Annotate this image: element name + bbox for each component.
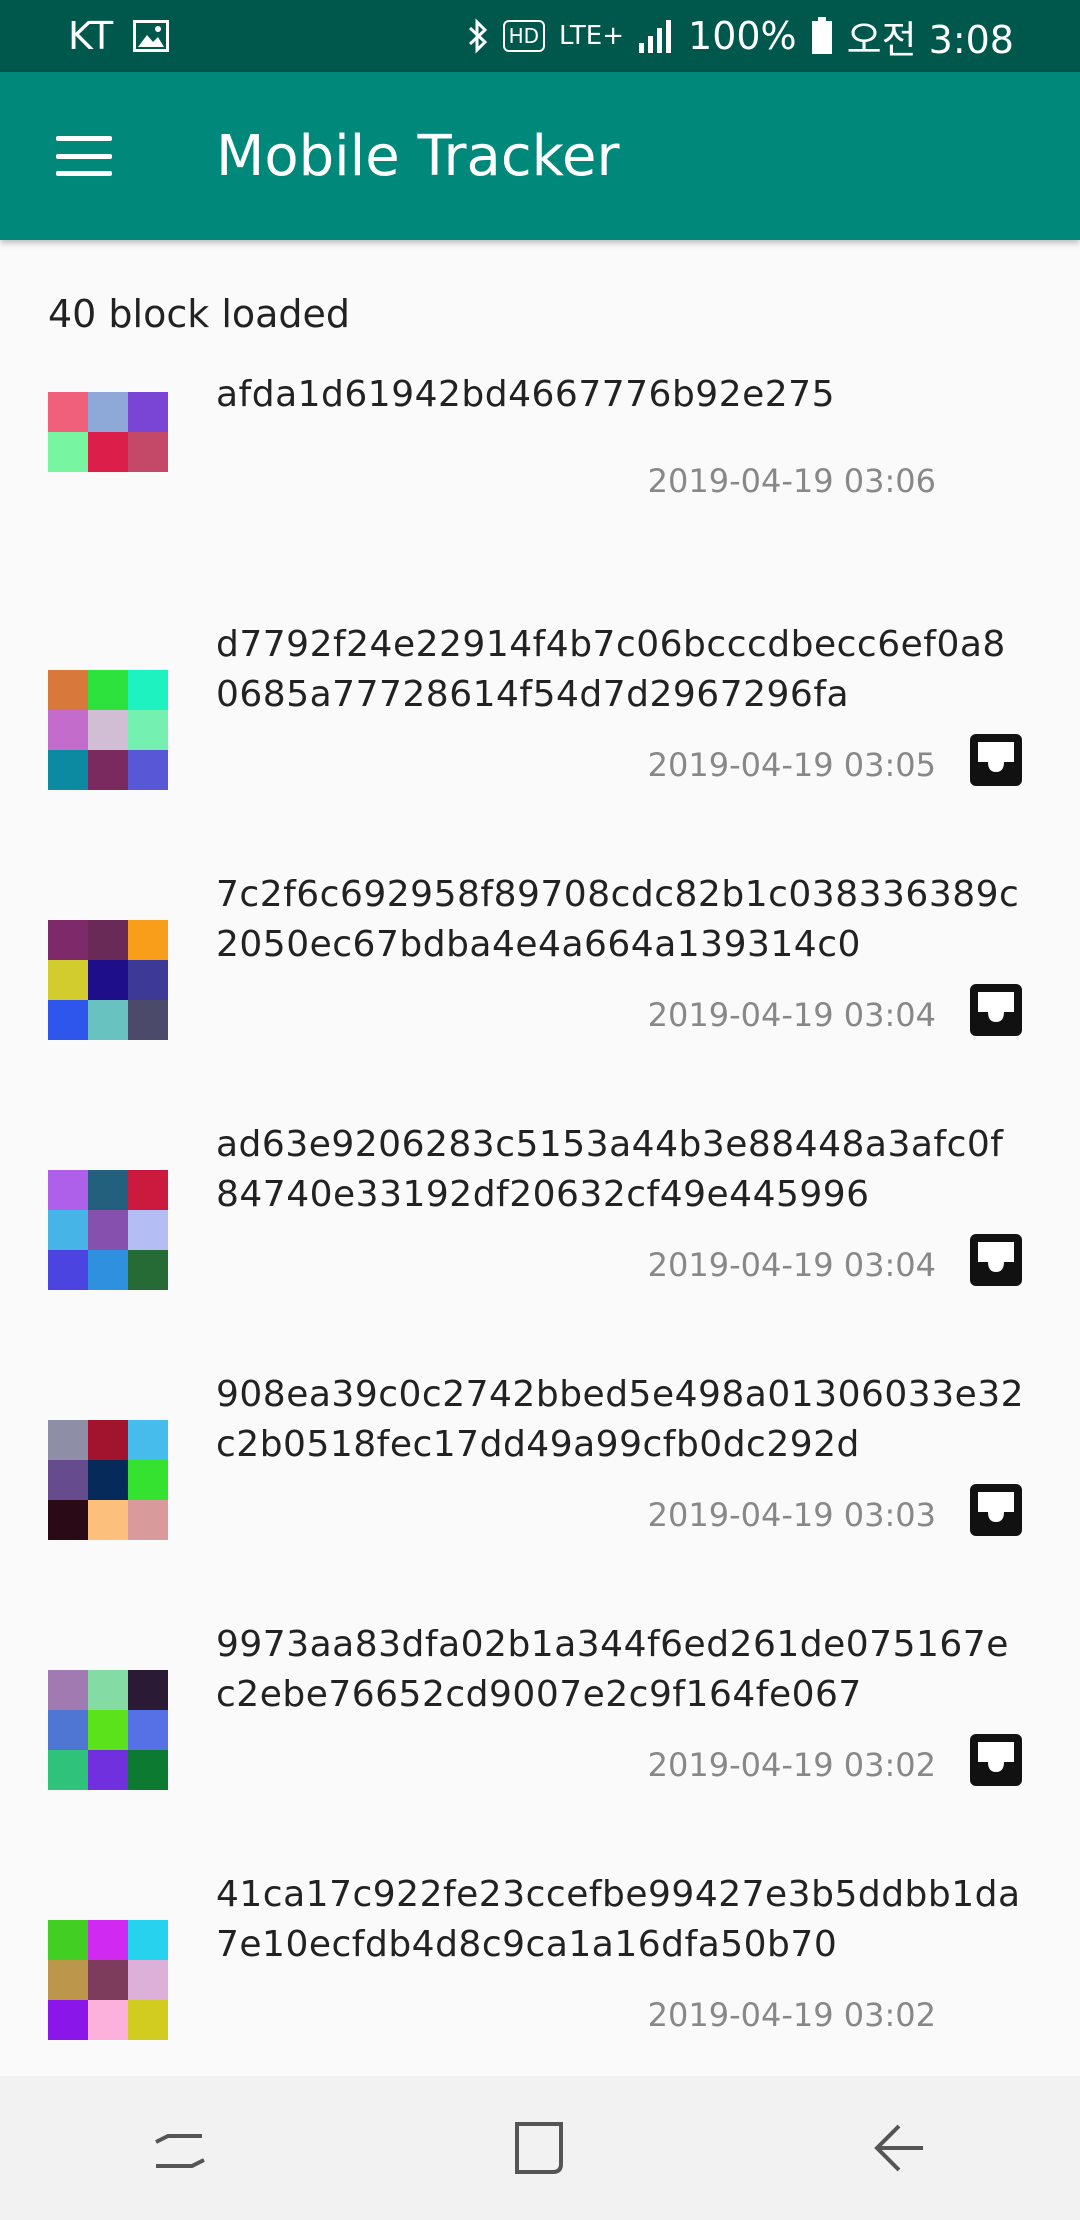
block-hash: d7792f24e22914f4b7c06bcccdbecc6ef0a80685… xyxy=(216,624,1006,715)
block-timestamp: 2019-04-19 03:02 xyxy=(647,1746,936,1784)
identicon xyxy=(48,1420,168,1540)
identicon xyxy=(48,392,168,512)
carrier-label: KT xyxy=(68,14,114,58)
app-bar: Mobile Tracker xyxy=(0,72,1080,240)
inbox-icon[interactable] xyxy=(968,1732,1024,1788)
block-row[interactable]: 7c2f6c692958f89708cdc82b1c038336389c2050… xyxy=(0,870,1080,1100)
block-timestamp: 2019-04-19 03:04 xyxy=(647,1246,936,1284)
image-notification-icon xyxy=(133,20,170,52)
block-hash: 9973aa83dfa02b1a344f6ed261de075167ec2ebe… xyxy=(216,1624,1009,1715)
block-timestamp: 2019-04-19 03:03 xyxy=(647,1496,936,1534)
hd-voice-icon: HD xyxy=(502,20,546,52)
block-timestamp: 2019-04-19 03:02 xyxy=(647,1996,936,2034)
status-bar: KT HD LTE+ 100% 오전 3:08 xyxy=(0,0,1080,72)
block-hash: 908ea39c0c2742bbed5e498a01306033e32c2b05… xyxy=(216,1374,1025,1465)
block-row[interactable]: d7792f24e22914f4b7c06bcccdbecc6ef0a80685… xyxy=(0,620,1080,850)
identicon xyxy=(48,1920,168,2040)
battery-icon xyxy=(811,17,832,54)
block-row[interactable]: afda1d61942bd4667776b92e275 2019-04-19 03… xyxy=(0,370,1080,600)
block-hash: 41ca17c922fe23ccefbe99427e3b5ddbb1da7e10… xyxy=(216,1874,1021,1965)
back-icon[interactable] xyxy=(865,2113,935,2183)
network-type-label: LTE+ xyxy=(559,21,625,51)
battery-percent: 100% xyxy=(688,14,797,58)
block-hash: afda1d61942bd4667776b92e275 xyxy=(216,374,835,415)
block-row[interactable]: 908ea39c0c2742bbed5e498a01306033e32c2b05… xyxy=(0,1370,1080,1600)
block-row[interactable]: 41ca17c922fe23ccefbe99427e3b5ddbb1da7e10… xyxy=(0,1870,1080,2100)
inbox-icon[interactable] xyxy=(968,1232,1024,1288)
blocks-loaded-label: 40 block loaded xyxy=(48,292,351,336)
navigation-bar xyxy=(0,2076,1080,2220)
inbox-icon[interactable] xyxy=(968,1482,1024,1538)
block-timestamp: 2019-04-19 03:04 xyxy=(647,996,936,1034)
identicon xyxy=(48,1170,168,1290)
identicon xyxy=(48,920,168,1040)
block-row[interactable]: 9973aa83dfa02b1a344f6ed261de075167ec2ebe… xyxy=(0,1620,1080,1850)
inbox-icon[interactable] xyxy=(968,982,1024,1038)
block-timestamp: 2019-04-19 03:06 xyxy=(647,462,936,500)
block-hash: ad63e9206283c5153a44b3e88448a3afc0f84740… xyxy=(216,1124,1004,1215)
identicon xyxy=(48,670,168,790)
inbox-icon[interactable] xyxy=(968,732,1024,788)
signal-icon xyxy=(639,20,672,53)
hamburger-menu-icon[interactable] xyxy=(56,136,112,176)
app-title: Mobile Tracker xyxy=(216,123,620,189)
block-hash: 7c2f6c692958f89708cdc82b1c038336389c2050… xyxy=(216,874,1020,965)
recent-apps-icon[interactable] xyxy=(145,2113,215,2183)
home-icon[interactable] xyxy=(505,2113,575,2183)
identicon xyxy=(48,1670,168,1790)
block-row[interactable]: ad63e9206283c5153a44b3e88448a3afc0f84740… xyxy=(0,1120,1080,1350)
bluetooth-icon xyxy=(468,18,487,54)
clock: 오전 3:08 xyxy=(846,17,1014,62)
block-timestamp: 2019-04-19 03:05 xyxy=(647,746,936,784)
